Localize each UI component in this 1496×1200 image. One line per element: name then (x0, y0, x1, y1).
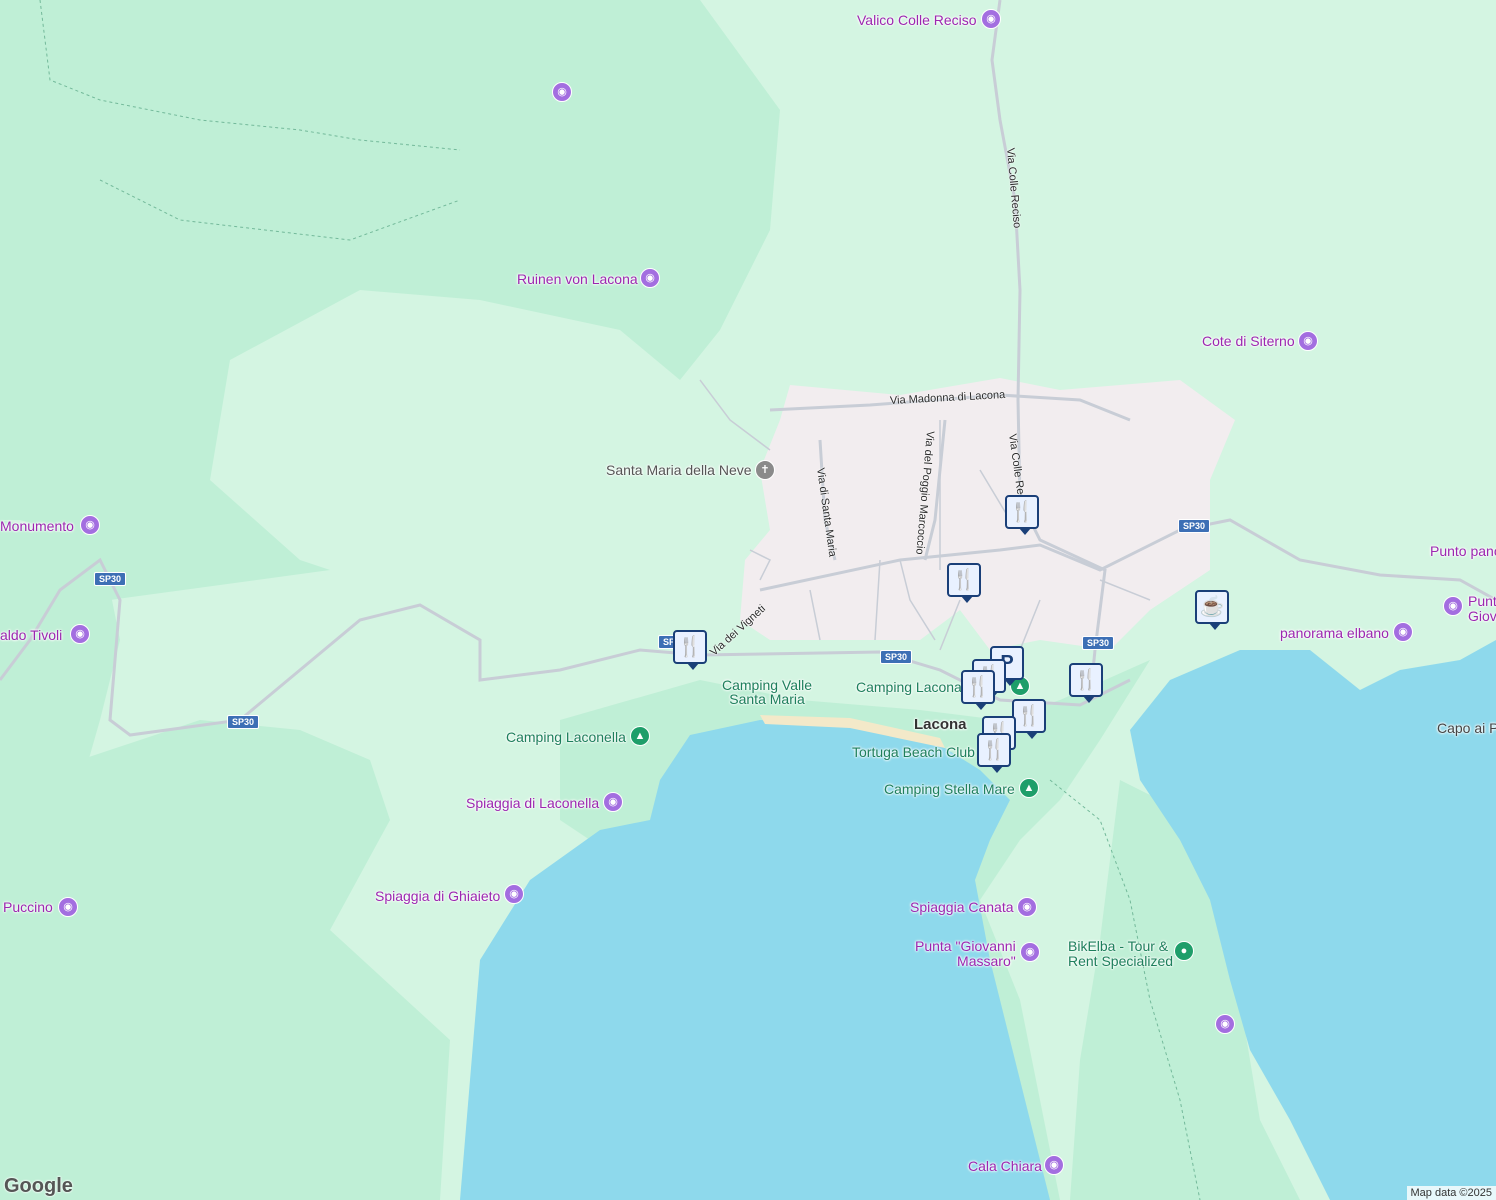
restaurant-icon[interactable]: 🍴 (1012, 699, 1046, 739)
place-label[interactable]: Puccino (3, 900, 53, 914)
place-label[interactable]: Tortuga Beach Club (852, 745, 975, 759)
restaurant-icon[interactable]: 🍴 (947, 563, 981, 603)
place-label[interactable]: Camping Lacona (856, 680, 962, 694)
camera-icon[interactable]: ◉ (1017, 897, 1037, 917)
place-label[interactable]: Punt Giov (1468, 594, 1496, 624)
place-label[interactable]: BikElba - Tour & Rent Specialized (1068, 939, 1173, 969)
place-label[interactable]: Spiaggia Canata (910, 900, 1014, 914)
restaurant-icon[interactable]: 🍴 (1005, 495, 1039, 535)
place-label[interactable]: Spiaggia di Ghiaieto (375, 889, 500, 903)
restaurant-icon[interactable]: 🍴 (1069, 663, 1103, 703)
restaurant-icon[interactable]: 🍴 (673, 630, 707, 670)
forest-area-south (0, 720, 450, 1200)
place-label[interactable]: panorama elbano (1280, 626, 1389, 640)
camera-icon[interactable]: ◉ (1393, 622, 1413, 642)
camera-icon[interactable]: ◉ (504, 884, 524, 904)
place-label[interactable]: Cala Chiara (968, 1159, 1042, 1173)
place-label[interactable]: Camping Stella Mare (884, 782, 1015, 796)
camera-icon[interactable]: ◉ (58, 897, 78, 917)
place-label[interactable]: Cote di Siterno (1202, 334, 1295, 348)
camera-icon[interactable]: ◉ (640, 268, 660, 288)
road-shield: SP30 (1178, 519, 1211, 533)
camera-icon[interactable]: ◉ (1020, 942, 1040, 962)
place-label[interactable]: Spiaggia di Laconella (466, 796, 599, 810)
camera-icon[interactable]: ◉ (1298, 331, 1318, 351)
road-shield: SP30 (227, 715, 260, 729)
cafe-icon[interactable]: ☕ (1195, 590, 1229, 630)
map-attribution[interactable]: Map data ©2025 (1406, 1186, 1496, 1200)
church-icon[interactable]: ✝ (755, 460, 775, 480)
map-canvas[interactable] (0, 0, 1496, 1200)
camera-icon[interactable]: ◉ (1443, 596, 1463, 616)
forest-area-north (0, 0, 780, 600)
camera-icon[interactable]: ◉ (603, 792, 623, 812)
place-label[interactable]: aldo Tivoli (0, 628, 62, 642)
place-label[interactable]: Ruinen von Lacona (517, 272, 638, 286)
place-label[interactable]: Capo ai P (1437, 721, 1496, 735)
camera-icon[interactable]: ◉ (80, 515, 100, 535)
google-logo: Google (4, 1175, 73, 1197)
place-label[interactable]: Santa Maria della Neve (606, 463, 752, 477)
road-shield: SP30 (94, 572, 127, 586)
restaurant-icon[interactable]: 🍴 (977, 733, 1011, 773)
road-shield: SP30 (880, 650, 913, 664)
camera-icon[interactable]: ◉ (552, 82, 572, 102)
camera-icon[interactable]: ◉ (1215, 1014, 1235, 1034)
place-label[interactable]: Punto pano (1430, 544, 1496, 558)
tent-icon[interactable]: ▲ (1019, 778, 1039, 798)
place-label[interactable]: Monumento (0, 519, 74, 533)
place-label[interactable]: Punta "Giovanni Massaro" (915, 939, 1016, 969)
place-label[interactable]: Camping Valle Santa Maria (722, 678, 812, 706)
tent-icon[interactable]: ▲ (630, 726, 650, 746)
place-label[interactable]: Valico Colle Reciso (857, 13, 977, 27)
town-label[interactable]: Lacona (914, 717, 967, 732)
camera-icon[interactable]: ◉ (1044, 1155, 1064, 1175)
place-label[interactable]: Camping Laconella (506, 730, 626, 744)
restaurant-icon[interactable]: 🍴 (961, 670, 995, 710)
camera-icon[interactable]: ◉ (70, 624, 90, 644)
road-shield: SP30 (1082, 636, 1115, 650)
camera-icon[interactable]: ◉ (981, 9, 1001, 29)
bike-shop-icon[interactable]: ● (1174, 941, 1194, 961)
